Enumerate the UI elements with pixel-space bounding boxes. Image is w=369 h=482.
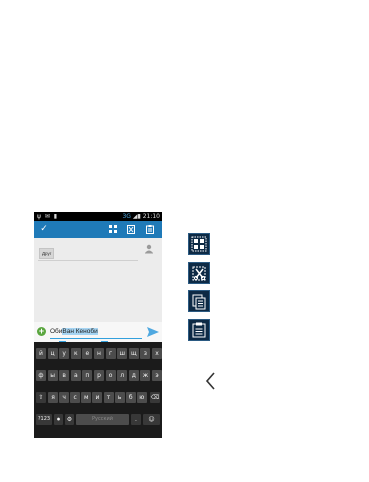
keyboard: йцукенгшщзх фывапролджэ ячсмитьбю ⇧ ⌫ ?123…	[34, 342, 162, 438]
key-щ[interactable]: щ	[128, 348, 139, 359]
key-ю[interactable]: ю	[136, 392, 147, 403]
key-р[interactable]: р	[94, 370, 104, 381]
key-ф[interactable]: ф	[36, 370, 46, 381]
paste-icon[interactable]	[143, 221, 157, 238]
compose-bar: + ОбиВан Кеноби	[34, 322, 162, 342]
key-м[interactable]: м	[81, 392, 92, 403]
key-х[interactable]: х	[152, 348, 162, 359]
check-icon[interactable]: ✓	[37, 221, 51, 238]
key-б[interactable]: б	[125, 392, 136, 403]
selected-text: Ван Кеноби	[62, 328, 98, 335]
key-ш[interactable]: ш	[117, 348, 128, 359]
key-у[interactable]: у	[59, 348, 70, 359]
network-type: 3G	[122, 213, 131, 220]
recipient-underline	[38, 260, 138, 261]
signal-battery-icon: ◢▮	[132, 213, 141, 220]
key-г[interactable]: г	[105, 348, 116, 359]
key-о[interactable]: о	[105, 370, 116, 381]
copy-icon[interactable]	[188, 290, 210, 312]
key-н[interactable]: н	[94, 348, 104, 359]
contact-picker-icon[interactable]	[144, 244, 154, 254]
select-all-icon[interactable]	[188, 233, 210, 255]
status-bar: ψ ✉ ▮ 3G ◢▮ 21:10	[34, 212, 162, 221]
period-key[interactable]: .	[131, 414, 141, 425]
key-и[interactable]: и	[92, 392, 103, 403]
key-я[interactable]: я	[48, 392, 58, 403]
key-э[interactable]: э	[152, 370, 162, 381]
key-й[interactable]: й	[36, 348, 46, 359]
key-ы[interactable]: ы	[47, 370, 58, 381]
key-л[interactable]: л	[117, 370, 128, 381]
key-з[interactable]: з	[140, 348, 151, 359]
mic-icon[interactable]: ⏺	[54, 414, 63, 425]
message-text: Оби	[50, 328, 63, 335]
key-к[interactable]: к	[70, 348, 81, 359]
settings-icon[interactable]: ⚙	[65, 414, 74, 425]
numbers-key[interactable]: ?123	[36, 414, 52, 425]
send-icon[interactable]	[147, 326, 159, 338]
action-bar: ✓	[34, 221, 162, 238]
status-time: 21:10	[142, 213, 160, 220]
key-ч[interactable]: ч	[59, 392, 70, 403]
status-right: 3G ◢▮ 21:10	[122, 212, 160, 221]
key-ж[interactable]: ж	[140, 370, 151, 381]
key-с[interactable]: с	[70, 392, 81, 403]
attach-plus-icon[interactable]: +	[37, 327, 46, 336]
backspace-key[interactable]: ⌫	[150, 392, 160, 403]
chevron-left-icon[interactable]	[203, 371, 219, 391]
emoji-icon[interactable]: ☺	[143, 414, 160, 425]
cut-icon[interactable]	[124, 221, 138, 238]
space-key[interactable]: Русский	[76, 414, 129, 425]
key-д[interactable]: д	[128, 370, 139, 381]
key-п[interactable]: п	[82, 370, 93, 381]
message-input[interactable]: ОбиВан Кеноби	[50, 325, 142, 339]
key-в[interactable]: в	[59, 370, 70, 381]
key-ц[interactable]: ц	[47, 348, 58, 359]
phone-screen: ψ ✉ ▮ 3G ◢▮ 21:10 ✓ Друг + ОбиВан Кеноби	[34, 212, 162, 438]
select-all-icon[interactable]	[106, 221, 120, 238]
key-ь[interactable]: ь	[114, 392, 125, 403]
key-т[interactable]: т	[103, 392, 114, 403]
paste-icon[interactable]	[188, 319, 210, 341]
shift-key[interactable]: ⇧	[36, 392, 46, 403]
cut-icon[interactable]	[188, 262, 210, 284]
key-е[interactable]: е	[82, 348, 93, 359]
key-а[interactable]: а	[70, 370, 81, 381]
status-left-icons: ψ ✉ ▮	[37, 213, 59, 220]
recipient-chip[interactable]: Друг	[39, 248, 55, 259]
